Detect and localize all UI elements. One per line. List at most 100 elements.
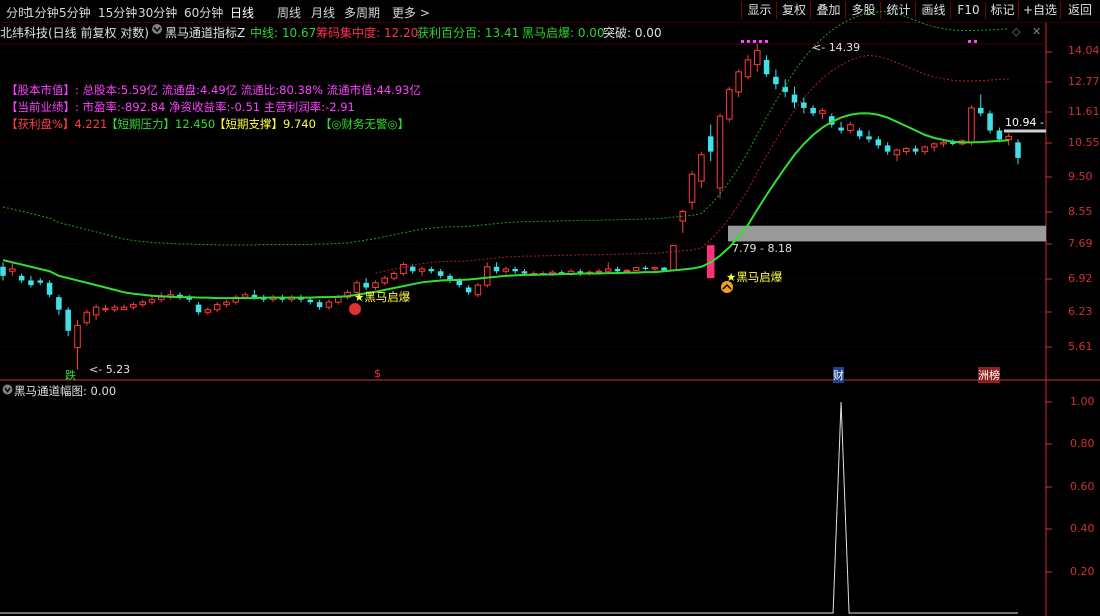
candle-body [65,309,71,331]
candle-body [18,275,25,281]
lower-panel-toggle-icon[interactable] [2,384,13,398]
candle-body [810,107,816,114]
candle [577,268,584,276]
candle-body [595,270,603,273]
candle [921,145,929,155]
candle-body [437,271,444,276]
candle [92,304,100,321]
price-tick-3: 10.55 [1068,136,1100,149]
candle [679,209,687,233]
breakout-band [728,225,1046,242]
candle-body [930,143,938,148]
lower-series-line [0,401,1018,614]
candle [46,280,53,298]
candle [418,266,426,276]
candle-body [204,309,212,313]
candle [847,121,854,134]
candle [670,245,677,272]
marker-dollar[interactable]: $ [374,367,381,380]
candle [838,121,844,134]
candle-body [987,113,993,131]
candle [325,299,333,310]
candle [791,86,798,108]
candle-body [363,282,369,288]
price-tick-7: 6.92 [1068,272,1093,285]
candle [465,285,472,295]
candle-body [698,154,705,182]
candle [1015,139,1021,165]
candle [483,262,491,288]
price-tick-9: 5.61 [1068,340,1093,353]
candle [37,278,44,286]
candle [819,107,826,119]
candle-body [642,267,649,269]
candle [102,304,109,313]
candle [698,151,705,188]
candle [810,105,816,117]
candle-body [605,268,612,272]
candle-body [521,271,528,274]
candle-body [307,299,314,303]
candle-body [791,94,798,103]
top-marker-dot [753,40,756,43]
kline-chart[interactable] [0,0,1100,616]
candle [726,86,733,122]
candle-body [390,273,398,279]
candle-body [474,284,482,296]
top-marker-dot [974,40,977,43]
candle-body [502,268,510,272]
lower-tick-2: 0.60 [1070,480,1095,493]
candle-body [83,311,91,324]
candle-body [74,324,81,349]
candle [773,69,779,90]
candle-body [400,264,407,275]
price-tick-1: 12.77 [1068,75,1100,88]
candle [605,262,612,274]
candle [512,266,518,274]
candle [912,145,919,155]
candle-body [334,296,342,303]
candle-body [158,296,165,301]
candle-body [512,268,518,272]
candle-body [623,269,631,272]
candle-body [977,107,984,114]
candle-body [409,266,416,272]
candle [632,266,640,272]
candle [474,282,482,298]
candle [493,262,500,274]
candle-body [465,287,472,293]
candle [716,113,724,199]
candle [74,320,81,370]
candle-body [251,294,258,298]
candle-body [884,145,891,152]
candle [139,299,146,308]
candle [0,262,6,281]
candle [28,275,34,288]
candle-body [735,71,742,93]
candle-body [1005,135,1012,140]
lower-tick-4: 0.20 [1070,565,1095,578]
candle-body [902,148,910,153]
marker-die[interactable]: 跌 [65,367,76,383]
candle-body [996,130,1003,140]
candle [447,273,453,283]
candle-body [28,280,34,286]
candle-body [893,149,901,156]
price-tick-5: 8.55 [1068,205,1093,218]
candle-body [102,308,109,311]
candle [18,273,25,283]
marker-rank[interactable]: 洲榜 [978,367,1000,383]
candle-body [493,266,500,272]
candle-body [688,173,696,203]
candle-body [773,76,779,85]
current-price-tag: 10.94 - [1005,116,1044,129]
candle [65,307,71,337]
candle [177,292,183,300]
candle [884,142,891,155]
candle [875,136,882,149]
candle-body [763,59,770,75]
candle-body [372,282,379,289]
marker-finance[interactable]: 财 [833,367,844,383]
candle-body [875,139,882,146]
candle [782,79,788,98]
